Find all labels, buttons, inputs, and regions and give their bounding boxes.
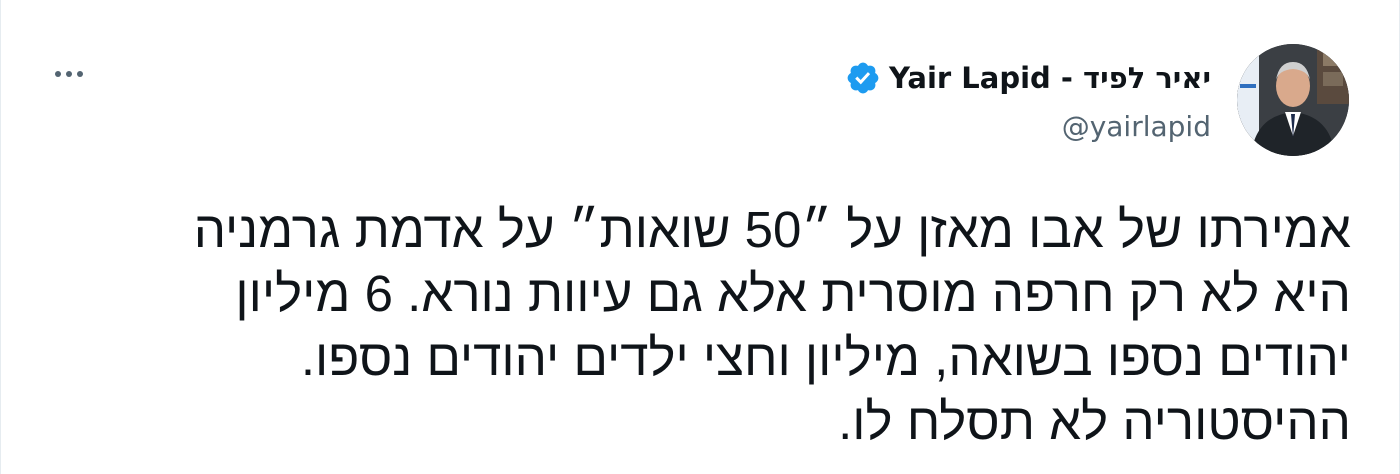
author-display-name[interactable]: יאיר לפיד - Yair Lapid [889,61,1211,95]
author-info: יאיר לפיד - Yair Lapid @yairlapid [845,58,1211,143]
author-handle[interactable]: @yairlapid [1062,110,1211,143]
author-avatar[interactable] [1237,44,1349,156]
tweet-text-line: היא לא רק חרפה מוסרית אלא גם עיוות נורא.… [235,265,1351,322]
tweet-header: יאיר לפיד - Yair Lapid @yairlapid [41,44,1349,158]
tweet-text-line: אמירתו של אבו מאזן על ״50 שואות״ על אדמת… [193,201,1351,258]
tweet-card: יאיר לפיד - Yair Lapid @yairlapid אמירתו… [0,0,1400,474]
verified-badge-icon [845,60,881,96]
avatar-photo-icon [1237,44,1349,156]
tweet-text-line: יהודים נספו בשואה, מיליון וחצי ילדים יהו… [300,329,1351,386]
author-name-row[interactable]: יאיר לפיד - Yair Lapid [845,58,1211,98]
tweet-text-line: ההיסטוריה לא תסלח לו. [838,393,1351,450]
tweet-text: אמירתו של אבו מאזן על ״50 שואות״ על אדמת… [61,198,1351,454]
